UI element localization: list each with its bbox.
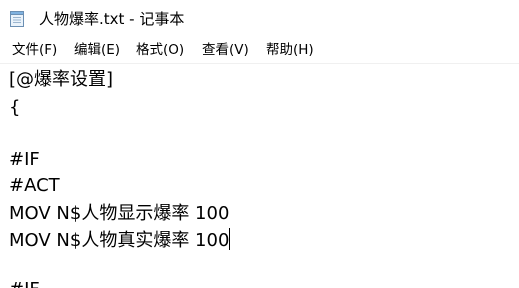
notepad-window: 人物爆率.txt - 记事本 文件(F) 编辑(E) 格式(O) 查看(V) 帮… bbox=[0, 0, 519, 288]
editor-line: [@爆率设置] bbox=[9, 69, 114, 90]
text-editor[interactable]: [@爆率设置] { #IF #ACT MOV N$人物显示爆率 100 MOV … bbox=[0, 64, 519, 288]
menu-edit[interactable]: 编辑(E) bbox=[74, 41, 120, 60]
menu-format[interactable]: 格式(O) bbox=[136, 41, 184, 60]
editor-line-current: MOV N$人物真实爆率 100 bbox=[9, 228, 231, 252]
editor-line: { bbox=[9, 97, 21, 118]
window-title: 人物爆率.txt - 记事本 bbox=[39, 10, 185, 28]
text-caret bbox=[229, 228, 231, 250]
notepad-icon bbox=[10, 11, 24, 27]
editor-line: #IF bbox=[9, 149, 40, 170]
menu-help[interactable]: 帮助(H) bbox=[266, 41, 314, 60]
editor-line: #ACT bbox=[9, 175, 60, 196]
menu-bar: 文件(F) 编辑(E) 格式(O) 查看(V) 帮助(H) bbox=[0, 38, 519, 64]
menu-file[interactable]: 文件(F) bbox=[12, 41, 57, 60]
menu-view[interactable]: 查看(V) bbox=[202, 41, 249, 60]
editor-line: MOV N$人物显示爆率 100 bbox=[9, 203, 230, 224]
title-bar[interactable]: 人物爆率.txt - 记事本 bbox=[0, 0, 519, 38]
editor-line-text: MOV N$人物真实爆率 100 bbox=[9, 230, 230, 251]
editor-line: #IF bbox=[9, 278, 40, 288]
